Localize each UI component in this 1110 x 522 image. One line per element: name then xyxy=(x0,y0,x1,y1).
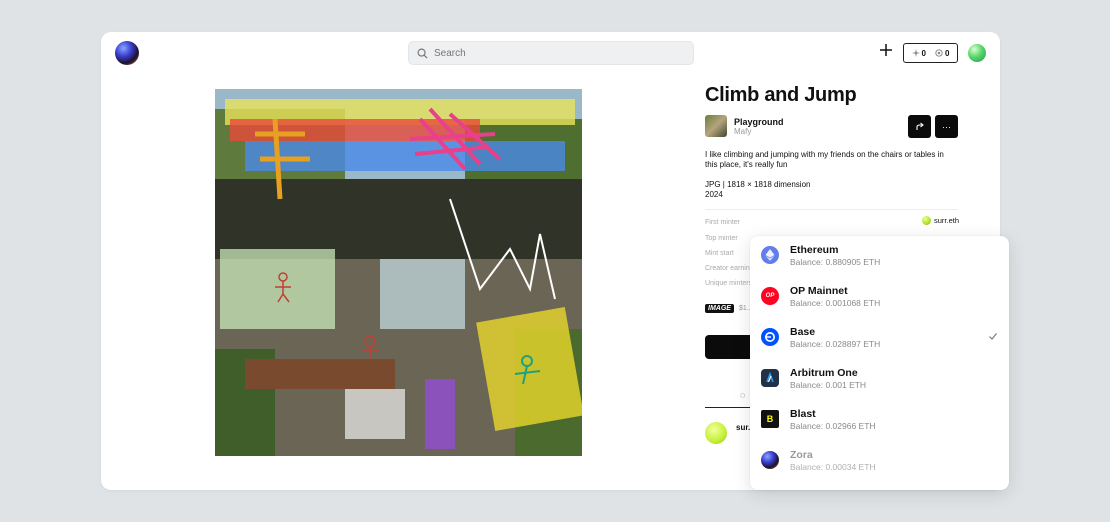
balance-counters[interactable]: 0 0 xyxy=(903,43,958,63)
network-balance: Balance: 0.02966 ETH xyxy=(790,421,876,431)
artwork-year: 2024 xyxy=(705,190,723,199)
network-option-blast[interactable]: B Blast Balance: 0.02966 ETH xyxy=(750,400,1009,440)
type-badge: IMAGE xyxy=(705,304,734,313)
artwork-format: JPG | 1818 × 1818 dimension xyxy=(705,180,811,189)
network-balance: Balance: 0.00034 ETH xyxy=(790,462,876,472)
counter-a-value: 0 xyxy=(921,48,926,58)
network-balance: Balance: 0.001068 ETH xyxy=(790,298,881,308)
first-minter-value[interactable]: surr.eth xyxy=(922,216,959,225)
meta-label-mint-start: Mint start xyxy=(705,250,734,257)
artwork-image[interactable] xyxy=(215,89,582,456)
meta-label-first-minter: First minter xyxy=(705,219,740,226)
collection-name[interactable]: Playground xyxy=(734,117,784,127)
coin-icon xyxy=(935,49,943,57)
meta-label-unique-minters: Unique minters xyxy=(705,280,753,287)
network-name: Blast xyxy=(790,408,816,420)
network-name: OP Mainnet xyxy=(790,285,848,297)
artwork-title: Climb and Jump xyxy=(705,84,857,106)
network-balance: Balance: 0.001 ETH xyxy=(790,380,867,390)
network-name: Ethereum xyxy=(790,244,839,256)
ellipsis-icon: ··· xyxy=(942,121,951,132)
counter-coin: 0 xyxy=(935,49,949,58)
collection-thumbnail[interactable] xyxy=(705,115,727,137)
selected-check-icon xyxy=(989,333,997,340)
search-bar[interactable] xyxy=(408,41,694,65)
arbitrum-icon xyxy=(761,369,779,387)
counter-b-value: 0 xyxy=(945,48,950,58)
blast-icon: B xyxy=(761,410,779,428)
network-name: Arbitrum One xyxy=(790,367,858,379)
network-balance: Balance: 0.880905 ETH xyxy=(790,257,881,267)
details-divider xyxy=(705,209,958,210)
meta-label-top-minter: Top minter xyxy=(705,235,738,242)
user-avatar[interactable] xyxy=(968,44,986,62)
ethereum-icon xyxy=(761,246,779,264)
share-icon xyxy=(915,122,924,130)
artwork-description: I like climbing and jumping with my frie… xyxy=(705,150,944,169)
collector-avatar[interactable] xyxy=(705,422,727,444)
op-mainnet-icon: OP xyxy=(761,287,779,305)
comments-tab-icon[interactable]: ◌ xyxy=(740,390,745,400)
network-name: Base xyxy=(790,326,816,338)
creator-name[interactable]: Mafy xyxy=(734,127,751,136)
network-option-ethereum[interactable]: Ethereum Balance: 0.880905 ETH xyxy=(750,236,1009,276)
minter-avatar xyxy=(922,216,931,225)
network-option-base[interactable]: Base Balance: 0.028897 ETH xyxy=(750,318,1009,358)
network-dropdown[interactable]: Ethereum Balance: 0.880905 ETH OP OP Mai… xyxy=(750,236,1009,490)
create-plus-icon[interactable] xyxy=(879,43,893,57)
search-icon xyxy=(417,48,428,59)
zora-logo-icon[interactable] xyxy=(115,41,139,65)
more-options-button[interactable]: ··· xyxy=(935,115,958,138)
network-option-arbitrum-one[interactable]: Arbitrum One Balance: 0.001 ETH xyxy=(750,359,1009,399)
network-option-op-mainnet[interactable]: OP OP Mainnet Balance: 0.001068 ETH xyxy=(750,277,1009,317)
network-name: Zora xyxy=(790,449,813,461)
share-button[interactable] xyxy=(908,115,931,138)
network-balance: Balance: 0.028897 ETH xyxy=(790,339,881,349)
search-input[interactable] xyxy=(434,47,674,59)
artwork-canvas xyxy=(215,89,582,456)
network-option-zora[interactable]: Zora Balance: 0.00034 ETH xyxy=(750,441,1009,481)
zora-icon xyxy=(761,451,779,469)
first-minter-name: surr.eth xyxy=(934,216,960,225)
sparkle-icon xyxy=(911,49,920,57)
counter-sparkle: 0 xyxy=(911,48,926,58)
base-icon xyxy=(761,328,779,346)
